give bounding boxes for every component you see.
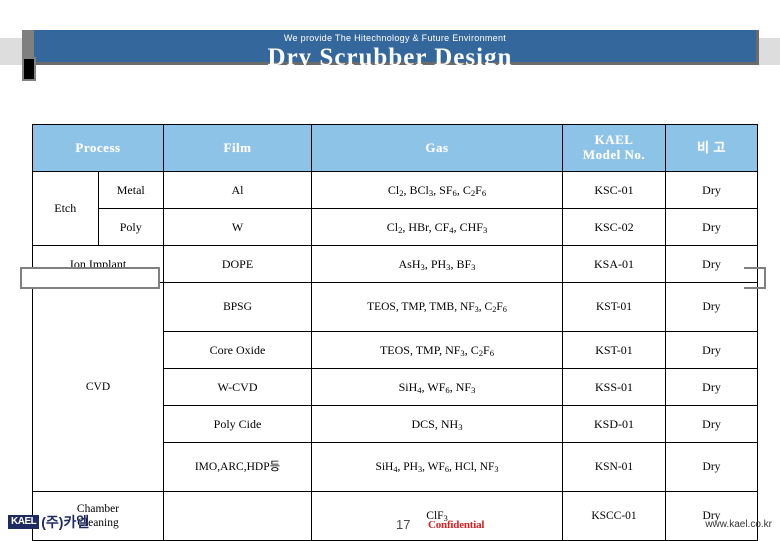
cell-remark: Dry [665, 282, 758, 332]
company-tagline: We provide The Hitechnology & Future Env… [283, 33, 507, 43]
company-logo: KAEL (주)카엘 [8, 515, 89, 529]
column-header-film: Film [163, 124, 312, 172]
column-header-gas: Gas [311, 124, 563, 172]
cell-remark: Dry [665, 368, 758, 406]
cell-model: KSD-01 [562, 405, 666, 443]
cell-film: IMO,ARC,HDP등 [163, 442, 312, 492]
column-header-process: Process [32, 124, 164, 172]
website-url: www.kael.co.kr [705, 519, 772, 530]
cell-model: KSC-02 [562, 208, 666, 246]
cell-remark: Dry [665, 331, 758, 369]
table-row: CVD BPSG TEOS, TMP, TMB, NF3, C2F6 KST-0… [32, 282, 758, 492]
cell-remark: Dry [665, 171, 758, 209]
process-table: Process Film Gas KAEL Model No. 비 고 Etch… [32, 124, 758, 541]
cell-process-cvd: CVD [32, 282, 164, 492]
column-header-model: KAEL Model No. [562, 124, 666, 172]
column-header-model-line2: Model No. [582, 147, 646, 162]
cell-model: KST-01 [562, 331, 666, 369]
cell-gas: AsH3, PH3, BF3 [311, 245, 563, 283]
page-title: Dry Scrubber Design [267, 44, 513, 71]
cell-model: KST-01 [562, 282, 666, 332]
cell-remark: Dry [665, 442, 758, 492]
selection-overlay-left[interactable] [20, 267, 160, 289]
cell-remark: Dry [665, 405, 758, 443]
table-body: Etch Metal Al Cl2, BCl3, SF6, C2F6 KSC-0… [32, 171, 758, 541]
cell-film: W-CVD [163, 368, 312, 406]
cell-film: Core Oxide [163, 331, 312, 369]
selection-overlay-right[interactable] [744, 267, 766, 289]
process-table-container: Process Film Gas KAEL Model No. 비 고 Etch… [32, 124, 758, 541]
cell-film: W [163, 208, 312, 246]
cell-gas: TEOS, TMP, NF3, C2F6 [311, 331, 563, 369]
cell-gas: TEOS, TMP, TMB, NF3, C2F6 [311, 282, 563, 332]
black-marker-box [22, 57, 36, 81]
cell-gas: SiH4, PH3, WF6, HCl, NF3 [311, 442, 563, 492]
cell-gas: DCS, NH3 [311, 405, 563, 443]
table-header-row: Process Film Gas KAEL Model No. 비 고 [32, 124, 758, 172]
cell-gas: SiH4, WF6, NF3 [311, 368, 563, 406]
cell-film: Al [163, 171, 312, 209]
kael-logo-mark: KAEL [8, 515, 40, 529]
table-row: Poly W Cl2, HBr, CF4, CHF3 KSC-02 Dry [33, 208, 758, 246]
table-row: Etch Metal Al Cl2, BCl3, SF6, C2F6 KSC-0… [32, 171, 758, 246]
cell-remark: Dry [665, 208, 758, 246]
cell-film: BPSG [163, 282, 312, 332]
kael-logo-text: (주)카엘 [41, 514, 90, 530]
column-header-model-line1: KAEL [594, 132, 634, 148]
cell-gas: Cl2, BCl3, SF6, C2F6 [311, 171, 563, 209]
cell-model: KSA-01 [562, 245, 666, 283]
cell-model: KSN-01 [562, 442, 666, 492]
slide-header: We provide The Hitechnology & Future Env… [0, 0, 780, 90]
cell-film: Poly Cide [163, 405, 312, 443]
cell-gas: Cl2, HBr, CF4, CHF3 [311, 208, 563, 246]
table-header: Process Film Gas KAEL Model No. 비 고 [32, 124, 758, 172]
cell-model: KSS-01 [562, 368, 666, 406]
cell-process-etch: Etch [32, 171, 99, 246]
cell-subprocess-poly: Poly [97, 208, 164, 246]
cell-film: DOPE [163, 245, 312, 283]
confidential-mark: Confidential [428, 519, 485, 531]
slide-footer: KAEL (주)카엘 17 Confidential www.kael.co.k… [0, 505, 780, 540]
cell-model: KSC-01 [562, 171, 666, 209]
column-header-remark: 비 고 [665, 124, 758, 172]
cell-subprocess-metal: Metal [97, 171, 164, 209]
page-number: 17 [396, 517, 411, 532]
